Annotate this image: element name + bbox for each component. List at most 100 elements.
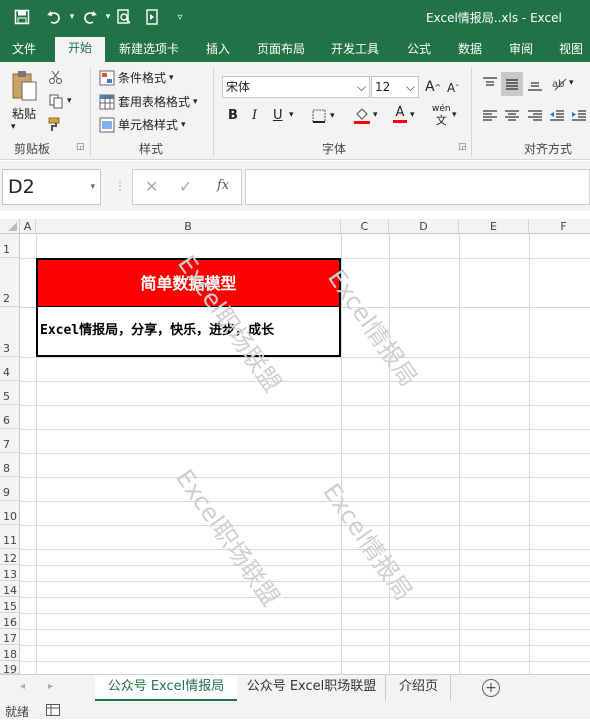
fill-color-button[interactable]: ▾ [353,106,378,124]
insert-function-button[interactable]: fx [217,178,229,193]
row-header[interactable]: 14 [0,581,20,597]
row-header[interactable]: 15 [0,597,20,613]
add-sheet-icon[interactable]: + [482,679,500,697]
font-color-dropdown-icon[interactable]: ▾ [410,110,415,120]
phonetic-dropdown-icon[interactable]: ▾ [452,110,457,120]
tab-page-layout[interactable]: 页面布局 [248,39,314,62]
column-header-d[interactable]: D [389,219,459,234]
align-right-icon[interactable] [527,108,543,124]
font-color-button[interactable]: A [393,106,407,123]
row-header[interactable]: 9 [0,477,20,501]
underline-dropdown-icon[interactable]: ▾ [289,110,294,120]
sheet-tab-3[interactable]: 介绍页 [387,675,451,701]
align-middle-icon[interactable] [501,72,523,96]
name-box-value: D2 [8,176,35,198]
phonetic-button[interactable]: wén 文 [432,104,451,126]
tab-file[interactable]: 文件 [4,39,44,62]
cell-styles-button[interactable]: 单元格样式 ▾ [99,116,186,133]
tab-new[interactable]: 新建选项卡 [110,39,188,62]
scroll-right-icon[interactable]: ▸ [48,681,53,692]
format-as-table-button[interactable]: 套用表格格式 ▾ [99,93,198,110]
tab-developer[interactable]: 开发工具 [322,39,388,62]
column-header-b[interactable]: B [36,219,341,234]
column-header-c[interactable]: C [341,219,389,234]
column-header-f[interactable]: F [529,219,590,234]
column-header-e[interactable]: E [459,219,529,234]
cancel-icon[interactable]: ✕ [145,177,158,196]
row-header[interactable]: 16 [0,613,20,629]
underline-button[interactable]: U [273,108,283,123]
row-header[interactable]: 10 [0,501,20,525]
grow-font-button[interactable]: A ^ [425,79,441,95]
column-header-a[interactable]: A [20,219,36,234]
row-header[interactable]: 17 [0,629,20,645]
row-header[interactable]: 3 [0,307,20,357]
customize-toolbar-icon[interactable]: ▿ [170,7,190,27]
row-header[interactable]: 19 [0,661,20,674]
row-header[interactable]: 8 [0,453,20,477]
undo-dropdown-icon[interactable]: ▾ [62,7,82,27]
formula-input[interactable] [245,169,590,205]
tab-home[interactable]: 开始 [55,37,105,62]
italic-button[interactable]: I [252,108,257,123]
cell-b2-title[interactable]: 简单数据模型 [36,258,341,307]
enter-icon[interactable]: ✓ [179,177,192,196]
name-box[interactable]: D2 ▾ [2,169,101,205]
scroll-left-icon[interactable]: ◂ [20,681,25,692]
border-button[interactable]: ▾ [311,108,335,124]
row-header[interactable]: 4 [0,357,20,381]
gridline [20,453,590,454]
bold-button[interactable]: B [228,108,238,123]
shrink-font-button[interactable]: Aˇ [447,81,459,95]
touch-mode-icon[interactable] [142,7,162,27]
row-header[interactable]: 12 [0,549,20,565]
conditional-format-button[interactable]: 条件格式 ▾ [99,69,174,86]
increase-indent-icon[interactable] [571,108,587,124]
conditional-format-label: 条件格式 [118,71,167,85]
print-preview-icon[interactable] [114,7,134,27]
row-header[interactable]: 18 [0,645,20,661]
clipboard-launcher-icon[interactable]: ◲ [76,142,85,152]
cut-icon[interactable] [48,69,64,85]
row-header[interactable]: 11 [0,525,20,549]
cell-b3-text[interactable]: Excel情报局，分享，快乐，进步，成长 [36,307,341,357]
font-size-select[interactable]: 12 ⌵ [371,76,419,98]
redo-icon[interactable] [80,7,100,27]
font-launcher-icon[interactable]: ◲ [458,142,467,152]
paste-button[interactable] [10,70,38,102]
orientation-icon[interactable]: ab ▾ [551,75,574,91]
tab-insert[interactable]: 插入 [196,39,240,62]
row-header[interactable]: 1 [0,234,20,258]
gridline [20,645,590,646]
row-header[interactable]: 2 [0,258,20,307]
sheet-tab-2[interactable]: 公众号 Excel职场联盟 [238,675,386,701]
font-name-select[interactable]: 宋体 ⌵ [222,76,370,98]
title-bar: ▾ ▾ ▿ Excel情报局..xls - Excel [0,0,590,34]
undo-icon[interactable] [44,7,64,27]
sheet-tab-1[interactable]: 公众号 Excel情报局 [95,675,237,701]
tab-data[interactable]: 数据 [448,39,492,62]
paste-dropdown-icon[interactable]: ▾ [11,122,16,132]
tab-review[interactable]: 审阅 [500,39,542,62]
align-left-icon[interactable] [482,108,498,124]
align-bottom-icon[interactable] [527,76,543,92]
row-header[interactable]: 5 [0,381,20,405]
decrease-indent-icon[interactable] [549,108,565,124]
row-header[interactable]: 13 [0,565,20,581]
tab-view[interactable]: 视图 [552,39,590,62]
format-painter-icon[interactable] [48,116,64,132]
row-header[interactable]: 6 [0,405,20,429]
gridline [20,549,590,550]
tab-formulas[interactable]: 公式 [398,39,440,62]
name-box-dropdown-icon[interactable]: ▾ [90,170,95,204]
row-header[interactable]: 7 [0,429,20,453]
align-top-icon[interactable] [482,76,498,92]
paste-label[interactable]: 粘贴 [12,105,36,122]
macro-record-icon[interactable] [46,704,60,719]
border-icon [312,109,326,123]
save-icon[interactable] [12,7,32,27]
gridline [459,234,460,674]
copy-icon[interactable]: ▾ [48,93,72,109]
align-center-icon[interactable] [504,108,520,124]
select-all-corner[interactable] [0,219,20,234]
